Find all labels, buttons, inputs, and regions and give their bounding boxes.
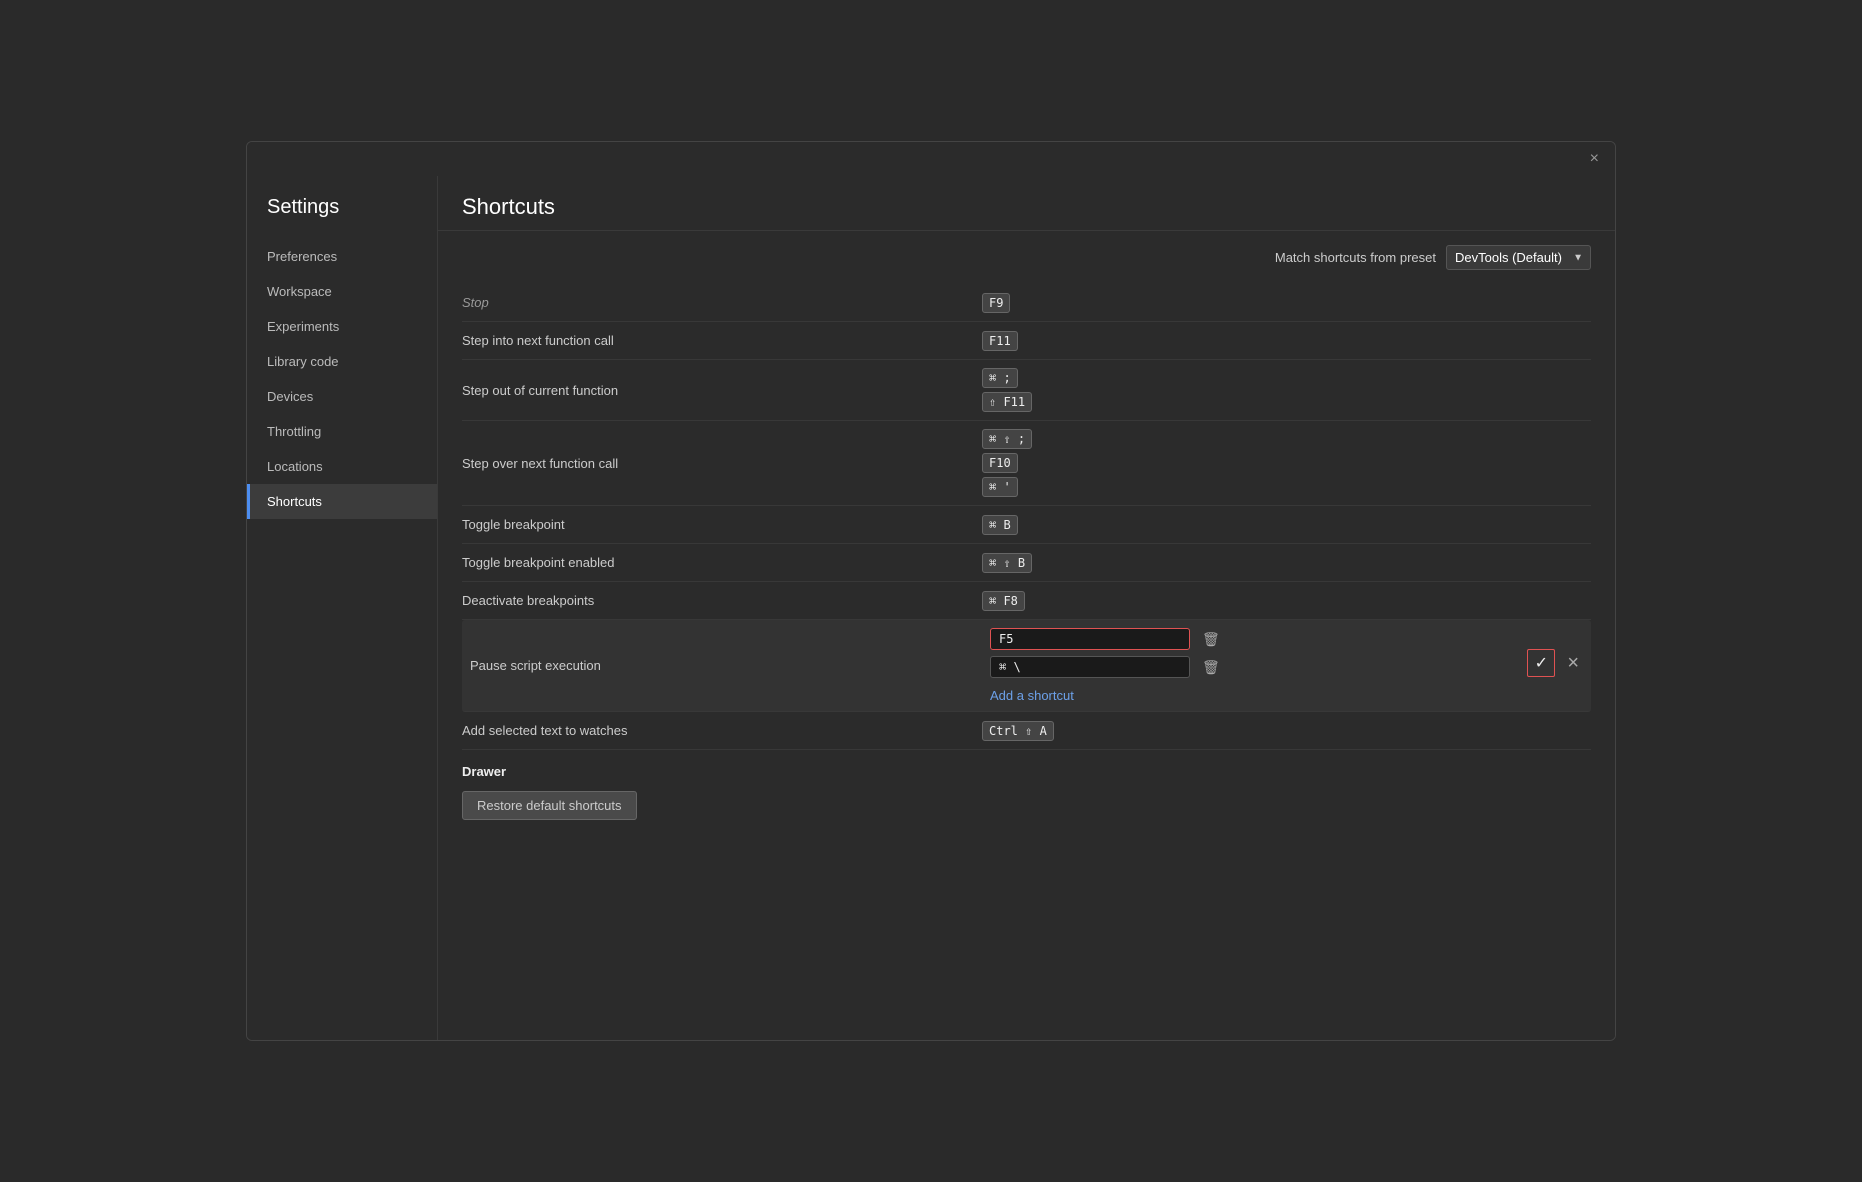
sidebar-item-shortcuts[interactable]: Shortcuts xyxy=(247,484,437,519)
restore-defaults-button[interactable]: Restore default shortcuts xyxy=(462,791,637,820)
table-row: Deactivate breakpoints ⌘ F8 xyxy=(462,582,1591,620)
shortcut-name: Toggle breakpoint xyxy=(462,517,982,532)
sidebar-item-devices[interactable]: Devices xyxy=(247,379,437,414)
shortcut-keys: ⌘ B xyxy=(982,515,1591,535)
table-row: Step out of current function ⌘ ; ⇧ F11 xyxy=(462,360,1591,421)
shortcut-keys: Ctrl ⇧ A xyxy=(982,721,1591,741)
action-buttons: ✓ × xyxy=(1527,649,1583,677)
shortcut-keys: F11 xyxy=(982,331,1591,351)
key-row: ⌘ ' xyxy=(982,477,1591,497)
editing-row-with-action: 🗑 🗑 Add a shortcut ✓ × xyxy=(990,628,1583,703)
sidebar-title: Settings xyxy=(247,176,437,239)
key-badge: ⌘ ; xyxy=(982,368,1018,388)
key-row: F10 xyxy=(982,453,1591,473)
key-row: ⌘ B xyxy=(982,515,1591,535)
shortcut-name: Add selected text to watches xyxy=(462,723,982,738)
shortcuts-list: Stop F9 Step into next function call F11 xyxy=(438,284,1615,1040)
sidebar-item-library-code[interactable]: Library code xyxy=(247,344,437,379)
content-area: Settings Preferences Workspace Experimen… xyxy=(247,176,1615,1040)
shortcut-name: Toggle breakpoint enabled xyxy=(462,555,982,570)
key-row: 🗑 xyxy=(990,656,1224,678)
key-badge: F10 xyxy=(982,453,1018,473)
shortcut-input-2[interactable] xyxy=(990,656,1190,678)
table-row: Stop F9 xyxy=(462,284,1591,322)
shortcut-name: Step out of current function xyxy=(462,383,982,398)
preset-select[interactable]: DevTools (Default) Visual Studio Code xyxy=(1446,245,1591,270)
key-row: ⌘ F8 xyxy=(982,591,1591,611)
key-badge: ⌘ B xyxy=(982,515,1018,535)
table-row: Step over next function call ⌘ ⇧ ; F10 ⌘… xyxy=(462,421,1591,506)
key-row: ⌘ ; xyxy=(982,368,1591,388)
key-row: F11 xyxy=(982,331,1591,351)
table-row: Add selected text to watches Ctrl ⇧ A xyxy=(462,712,1591,750)
table-row: Step into next function call F11 xyxy=(462,322,1591,360)
close-button[interactable]: × xyxy=(1584,148,1605,170)
key-row: F9 xyxy=(982,293,1591,313)
key-badge: ⌘ ⇧ B xyxy=(982,553,1032,573)
shortcut-name: Stop xyxy=(462,295,982,310)
sidebar-item-throttling[interactable]: Throttling xyxy=(247,414,437,449)
key-badge: Ctrl ⇧ A xyxy=(982,721,1054,741)
sidebar: Settings Preferences Workspace Experimen… xyxy=(247,176,437,1040)
shortcut-name: Pause script execution xyxy=(470,658,990,673)
key-badge: ⌘ F8 xyxy=(982,591,1025,611)
shortcut-name: Step over next function call xyxy=(462,456,982,471)
sidebar-item-locations[interactable]: Locations xyxy=(247,449,437,484)
cancel-edit-button[interactable]: × xyxy=(1563,650,1583,677)
shortcut-keys: ⌘ ⇧ ; F10 ⌘ ' xyxy=(982,429,1591,497)
shortcut-name: Step into next function call xyxy=(462,333,982,348)
key-badge: ⌘ ' xyxy=(982,477,1018,497)
section-header-drawer: Drawer xyxy=(462,750,1591,787)
input-group: 🗑 🗑 Add a shortcut xyxy=(990,628,1224,703)
editing-row: Pause script execution 🗑 🗑 xyxy=(462,620,1591,712)
table-row: Toggle breakpoint enabled ⌘ ⇧ B xyxy=(462,544,1591,582)
delete-shortcut-1-button[interactable]: 🗑 xyxy=(1198,629,1224,650)
preset-select-wrapper: DevTools (Default) Visual Studio Code xyxy=(1446,245,1591,270)
shortcut-keys: F9 xyxy=(982,293,1591,313)
main-header: Shortcuts xyxy=(438,176,1615,231)
confirm-edit-button[interactable]: ✓ xyxy=(1527,649,1555,677)
sidebar-item-workspace[interactable]: Workspace xyxy=(247,274,437,309)
key-badge: F9 xyxy=(982,293,1010,313)
key-badge: ⌘ ⇧ ; xyxy=(982,429,1032,449)
shortcut-keys: ⌘ ⇧ B xyxy=(982,553,1591,573)
shortcut-input-1[interactable] xyxy=(990,628,1190,650)
add-shortcut-link[interactable]: Add a shortcut xyxy=(990,688,1224,703)
preset-row: Match shortcuts from preset DevTools (De… xyxy=(438,231,1615,284)
sidebar-item-preferences[interactable]: Preferences xyxy=(247,239,437,274)
shortcut-name: Deactivate breakpoints xyxy=(462,593,982,608)
table-row: Toggle breakpoint ⌘ B xyxy=(462,506,1591,544)
shortcut-keys: ⌘ F8 xyxy=(982,591,1591,611)
key-badge: F11 xyxy=(982,331,1018,351)
key-row: ⇧ F11 xyxy=(982,392,1591,412)
sidebar-item-experiments[interactable]: Experiments xyxy=(247,309,437,344)
editing-section: 🗑 🗑 Add a shortcut ✓ × xyxy=(990,628,1583,703)
settings-window: × Settings Preferences Workspace Experim… xyxy=(246,141,1616,1041)
key-row: Ctrl ⇧ A xyxy=(982,721,1591,741)
main-content: Shortcuts Match shortcuts from preset De… xyxy=(437,176,1615,1040)
key-row: ⌘ ⇧ B xyxy=(982,553,1591,573)
preset-label: Match shortcuts from preset xyxy=(1275,250,1436,265)
key-row: 🗑 xyxy=(990,628,1224,650)
key-badge: ⇧ F11 xyxy=(982,392,1032,412)
shortcut-keys: ⌘ ; ⇧ F11 xyxy=(982,368,1591,412)
title-bar: × xyxy=(247,142,1615,176)
page-title: Shortcuts xyxy=(462,194,555,220)
key-row: ⌘ ⇧ ; xyxy=(982,429,1591,449)
delete-shortcut-2-button[interactable]: 🗑 xyxy=(1198,657,1224,678)
